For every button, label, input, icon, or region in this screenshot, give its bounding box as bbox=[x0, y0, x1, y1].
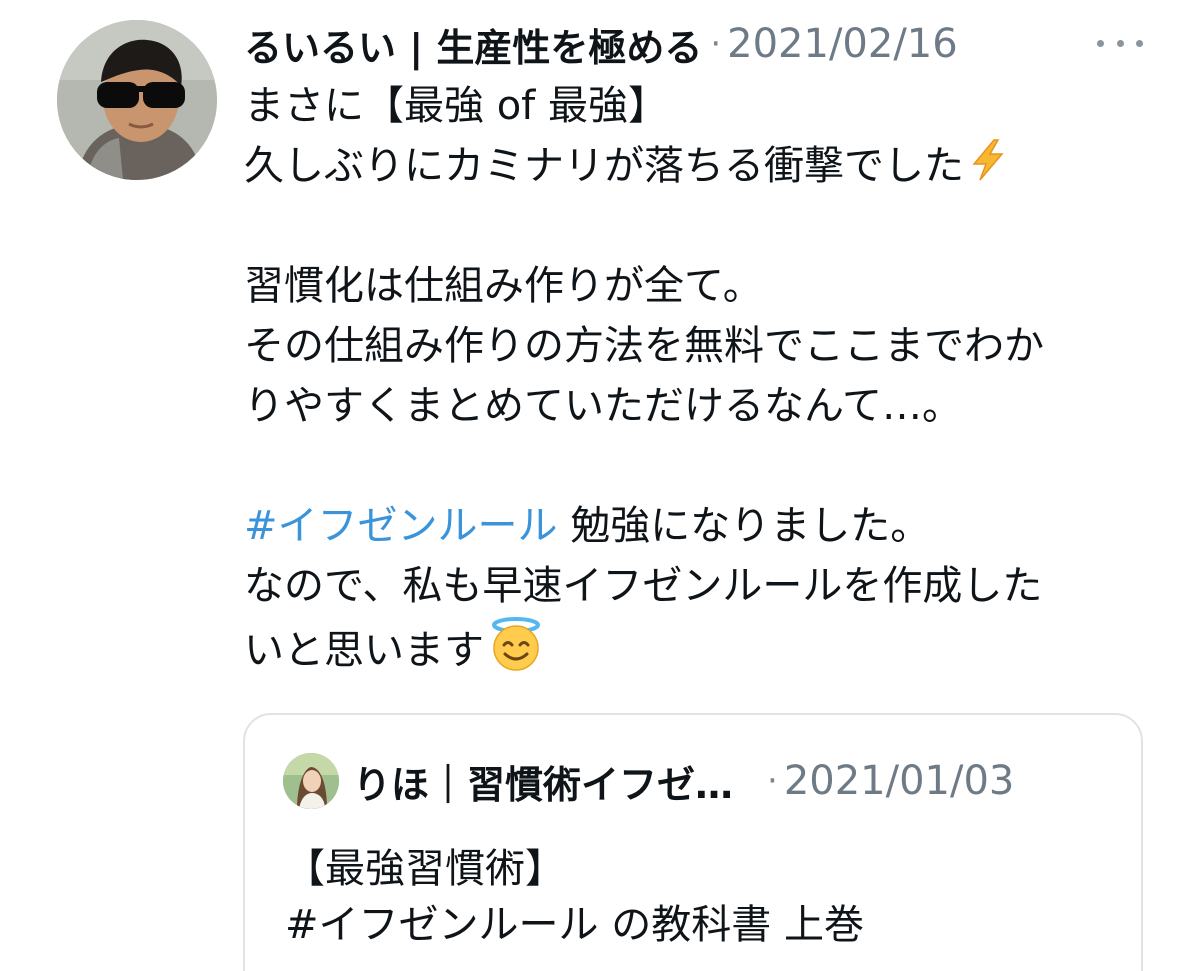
tweet-line-with-hashtag: #イフゼンルール 勉強になりました。 bbox=[244, 496, 1164, 556]
more-horizontal-icon[interactable] bbox=[1097, 33, 1143, 53]
more-dot bbox=[1136, 39, 1143, 47]
quoted-header-separator: · bbox=[767, 761, 778, 801]
quoted-tweet-header: りほ｜習慣術イフゼ… · 2021/01/03 bbox=[353, 751, 1014, 811]
quoted-tweet-line: #イフゼンルール の教科書 上巻 bbox=[285, 902, 864, 948]
tweet-line: その仕組み作りの方法を無料でここまでわか bbox=[244, 323, 1044, 369]
high-voltage-emoji bbox=[968, 138, 1008, 199]
hashtag-link[interactable]: #イフゼンルール bbox=[244, 503, 558, 549]
tweet-line-text: いと思います bbox=[244, 627, 484, 674]
tweet-body: まさに【最強 of 最強】 久しぶりにカミナリが落ちる衝撃でした 習慣化は仕組み… bbox=[244, 76, 1164, 676]
author-name[interactable]: るいるい | 生産性を極める bbox=[244, 17, 702, 72]
quoted-tweet-body: 【最強習慣術】 #イフゼンルール の教科書 上巻 bbox=[285, 841, 864, 953]
tweet-line: まさに【最強 of 最強】 bbox=[244, 83, 668, 129]
tweet-line-text: 勉強になりました。 bbox=[557, 503, 931, 549]
tweet-date[interactable]: 2021/02/16 bbox=[727, 21, 958, 67]
tweet-line: りやすくまとめていただけるなんて…。 bbox=[244, 383, 962, 429]
header-separator: · bbox=[710, 24, 722, 64]
quoted-author-avatar[interactable] bbox=[283, 753, 339, 809]
quoted-tweet-date[interactable]: 2021/01/03 bbox=[784, 758, 1015, 804]
more-dot bbox=[1116, 39, 1124, 47]
author-avatar[interactable] bbox=[57, 20, 217, 180]
tweet-line-with-emoji: いと思います bbox=[244, 616, 1164, 676]
quoted-tweet-line: 【最強習慣術】 bbox=[285, 846, 565, 892]
tweet-line-with-emoji: 久しぶりにカミナリが落ちる衝撃でした bbox=[244, 136, 1164, 196]
tweet-header: るいるい | 生産性を極める · 2021/02/16 bbox=[244, 14, 958, 74]
tweet-line: なので、私も早速イフゼンルールを作成した bbox=[244, 563, 1043, 609]
tweet-line-text: 久しぶりにカミナリが落ちる衝撃でした bbox=[244, 143, 964, 189]
tweet[interactable]: るいるい | 生産性を極める · 2021/02/16 まさに【最強 of 最強… bbox=[0, 0, 1200, 971]
quoted-tweet-card[interactable]: りほ｜習慣術イフゼ… · 2021/01/03 【最強習慣術】 #イフゼンルール… bbox=[243, 713, 1143, 971]
smiling-face-with-halo-emoji bbox=[488, 616, 544, 689]
tweet-line: 習慣化は仕組み作りが全て。 bbox=[244, 263, 763, 309]
quoted-author-name[interactable]: りほ｜習慣術イフゼ… bbox=[353, 754, 733, 809]
more-dot bbox=[1097, 39, 1104, 47]
